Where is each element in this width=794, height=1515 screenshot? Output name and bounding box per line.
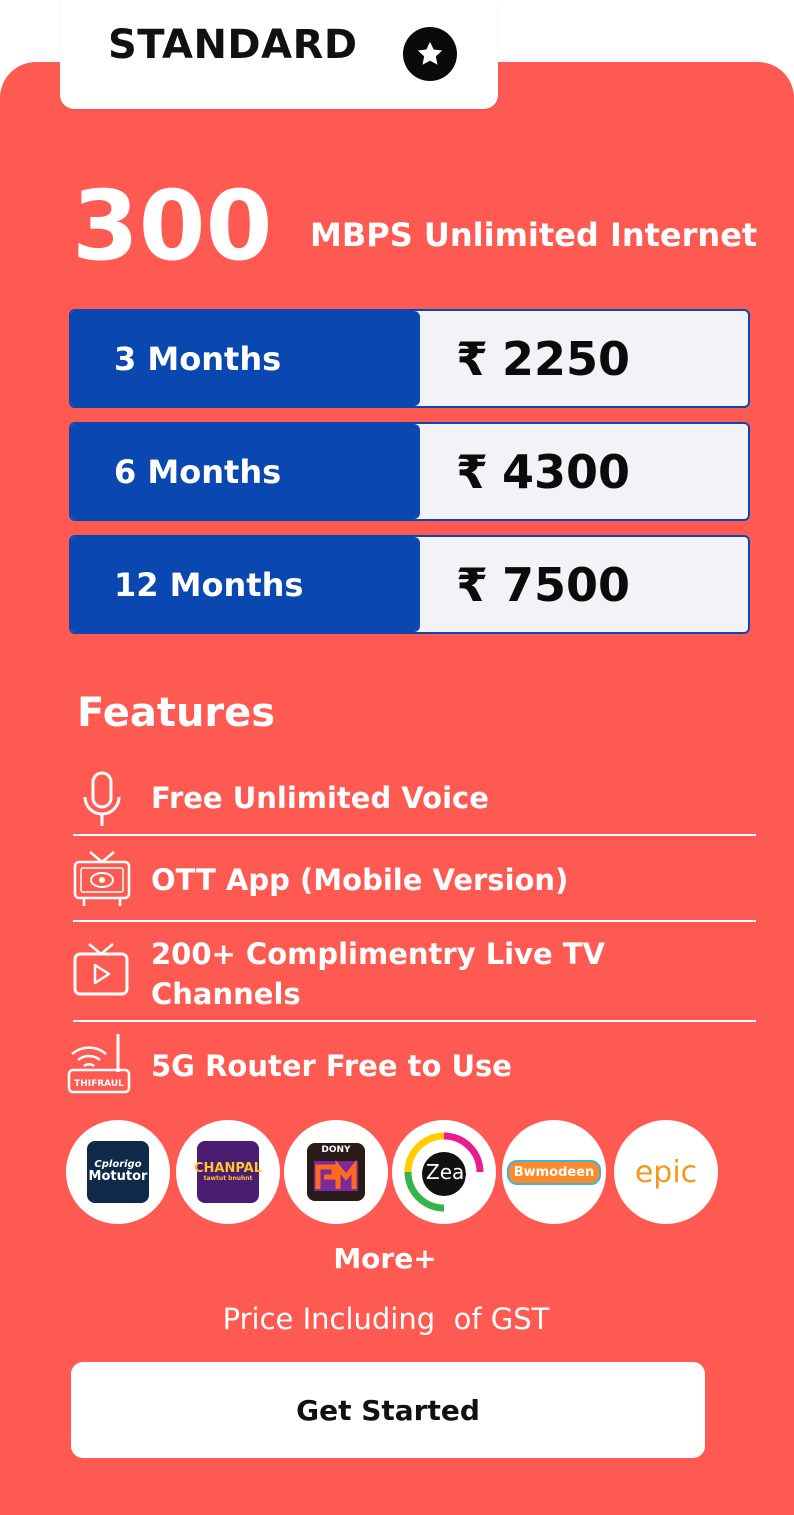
feature-label: OTT App (Mobile Version): [151, 863, 569, 897]
rupee-icon: ₹: [456, 557, 489, 612]
channel-logo-row: Cplorigo Motutor CHANPAL tawtut bnuhnt D…: [66, 1120, 726, 1226]
feature-divider: [73, 1020, 756, 1022]
channel-logo-bwmodeen: Bwmodeen: [502, 1120, 606, 1224]
feature-item-live-tv: 200+ Complimentry Live TV Channels: [72, 934, 756, 1018]
pricing-page: STANDARD 300 MBPS Unlimited Internet 3 M…: [0, 0, 794, 1515]
more-channels-link[interactable]: More+: [0, 1242, 770, 1275]
speed-value: 300: [72, 170, 273, 282]
duration-label: 6 Months: [71, 424, 420, 519]
price-amount: ₹ 4300: [456, 424, 630, 519]
gst-note: Price Including of GST: [222, 1302, 550, 1336]
channel-logo-motutor: Cplorigo Motutor: [66, 1120, 170, 1224]
price-value: 2250: [502, 331, 631, 386]
feature-item-router: THIFRAUL 5G Router Free to Use: [67, 1032, 756, 1098]
features-title: Features: [77, 690, 276, 736]
duration-label: 3 Months: [71, 311, 420, 406]
ott-tv-icon: [73, 851, 131, 906]
feature-label: 200+ Complimentry Live TV Channels: [151, 937, 606, 1011]
price-row-6-months[interactable]: 6 Months ₹ 4300: [69, 422, 750, 521]
feature-divider: [73, 834, 756, 836]
duration-label: 12 Months: [71, 537, 420, 632]
price-row-3-months[interactable]: 3 Months ₹ 2250: [69, 309, 750, 408]
rupee-icon: ₹: [456, 444, 489, 499]
channel-logo-zeas: Zeas: [392, 1120, 496, 1224]
channel-logo-chanpal: CHANPAL tawtut bnuhnt: [176, 1120, 280, 1224]
price-value: 7500: [502, 557, 631, 612]
channel-logo-dony: DONY: [284, 1120, 388, 1224]
feature-item-voice: Free Unlimited Voice: [72, 770, 756, 834]
plan-tab: STANDARD: [60, 0, 498, 109]
feature-label: Free Unlimited Voice: [151, 781, 489, 815]
speed-label: MBPS Unlimited Internet: [310, 216, 758, 254]
star-icon-glyph: [417, 41, 443, 65]
channel-logo-epic: epic: [614, 1120, 718, 1224]
rupee-icon: ₹: [456, 331, 489, 386]
feature-divider: [73, 920, 756, 922]
feature-item-ott: OTT App (Mobile Version): [72, 850, 756, 914]
price-amount: ₹ 2250: [456, 311, 630, 406]
router-label: THIFRAUL: [74, 1079, 124, 1089]
dony-logo-mark: [314, 1160, 358, 1192]
price-amount: ₹ 7500: [456, 537, 630, 632]
star-icon: [403, 27, 457, 81]
get-started-button[interactable]: Get Started: [71, 1362, 705, 1458]
router-icon: THIFRAUL: [67, 1034, 131, 1094]
plan-name: STANDARD: [108, 22, 358, 68]
feature-label: 5G Router Free to Use: [151, 1049, 512, 1083]
microphone-icon: [83, 771, 121, 826]
price-value: 4300: [502, 444, 631, 499]
price-row-12-months[interactable]: 12 Months ₹ 7500: [69, 535, 750, 634]
live-tv-icon: [73, 943, 129, 996]
